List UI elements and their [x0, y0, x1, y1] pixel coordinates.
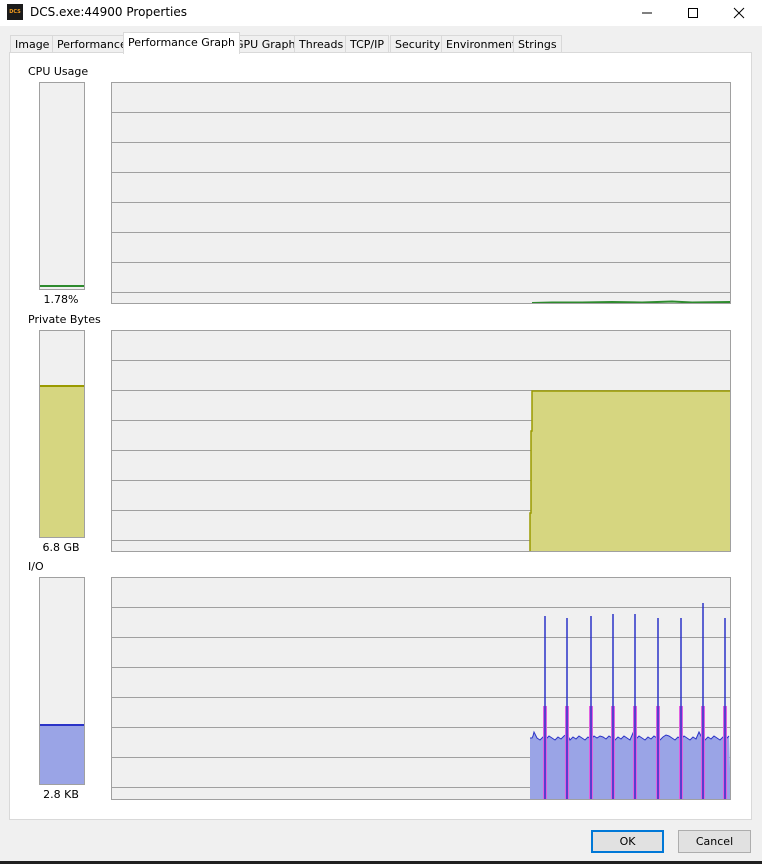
private-bytes-graph-area	[529, 390, 730, 551]
tab-image[interactable]: Image	[10, 35, 55, 53]
tab-environment[interactable]: Environment	[441, 35, 522, 53]
tab-strings[interactable]: Strings	[513, 35, 562, 53]
private-bytes-label: Private Bytes	[28, 313, 101, 326]
cpu-graph	[111, 82, 731, 304]
cpu-meter	[39, 82, 85, 290]
cpu-graph-line	[531, 300, 730, 303]
private-bytes-value: 6.8 GB	[42, 541, 80, 554]
io-meter-fill	[40, 724, 84, 784]
tab-threads[interactable]: Threads	[294, 35, 349, 53]
io-meter	[39, 577, 85, 785]
app-icon: DCS	[7, 4, 23, 20]
tab-security[interactable]: Security	[390, 35, 446, 53]
io-label: I/O	[28, 560, 44, 573]
minimize-icon	[642, 12, 652, 14]
private-bytes-meter-fill	[40, 385, 84, 537]
cancel-button[interactable]: Cancel	[678, 830, 751, 853]
tab-gpu-graph[interactable]: GPU Graph	[230, 35, 301, 53]
ok-button[interactable]: OK	[591, 830, 664, 853]
properties-window: DCS DCS.exe:44900 Properties Image Perfo…	[0, 0, 762, 864]
tab-tcpip[interactable]: TCP/IP	[345, 35, 389, 53]
private-bytes-meter	[39, 330, 85, 538]
io-value: 2.8 KB	[43, 788, 79, 801]
tab-performance[interactable]: Performance	[52, 35, 132, 53]
window-title: DCS.exe:44900 Properties	[30, 5, 188, 19]
private-bytes-graph	[111, 330, 731, 552]
tab-bar: Image Performance Performance Graph GPU …	[0, 26, 762, 54]
io-graph-area	[530, 603, 730, 799]
maximize-icon	[688, 8, 698, 18]
close-icon	[733, 7, 745, 19]
cpu-usage-value: 1.78%	[43, 293, 79, 306]
close-button[interactable]	[716, 0, 762, 26]
tab-performance-graph[interactable]: Performance Graph	[123, 32, 240, 54]
minimize-button[interactable]	[624, 0, 670, 26]
maximize-button[interactable]	[670, 0, 716, 26]
title-bar[interactable]: DCS DCS.exe:44900 Properties	[0, 0, 762, 26]
io-graph	[111, 577, 731, 800]
cpu-meter-fill	[40, 285, 84, 289]
io-area	[530, 732, 730, 799]
cpu-usage-label: CPU Usage	[28, 65, 89, 78]
